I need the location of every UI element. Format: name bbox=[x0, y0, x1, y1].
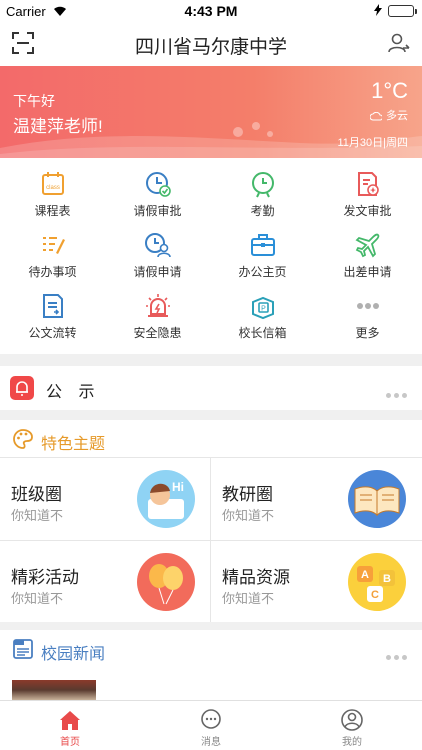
greeting-banner: 下午好 温建萍老师! 1°C 多云 11月30日|周四 bbox=[0, 66, 422, 158]
grid-item-more[interactable]: 更多 bbox=[315, 280, 420, 340]
balloons-icon bbox=[137, 553, 195, 611]
user-switch-icon[interactable] bbox=[388, 32, 410, 59]
leave-approve-icon bbox=[145, 172, 171, 197]
grid-item-label: 请假申请 bbox=[133, 265, 182, 279]
notice-row[interactable]: 公 示 bbox=[0, 366, 422, 410]
grid-item-document-flow[interactable]: 公文流转 bbox=[0, 280, 105, 340]
tab-label: 消息 bbox=[201, 737, 221, 748]
class-circle-icon: Hi bbox=[137, 470, 195, 528]
tab-home[interactable]: 首页 bbox=[0, 701, 140, 750]
notice-label: 公 示 bbox=[46, 384, 101, 401]
book-icon bbox=[348, 470, 406, 528]
grid-item-label: 请假审批 bbox=[133, 204, 182, 218]
svg-text:class: class bbox=[46, 185, 60, 191]
temperature: 1°C bbox=[371, 78, 408, 103]
document-flow-icon bbox=[42, 294, 63, 318]
status-time: 4:43 PM bbox=[184, 3, 238, 19]
more-dots-icon bbox=[356, 303, 379, 309]
mailbox-icon: P bbox=[251, 296, 274, 320]
grid-item-label: 校长信箱 bbox=[238, 326, 287, 340]
card-class-circle[interactable]: 班级圈 你知道不 Hi bbox=[0, 458, 210, 540]
grid-item-label: 待办事项 bbox=[28, 265, 77, 279]
campus-news[interactable]: 校园新闻 bbox=[0, 630, 422, 700]
charging-icon bbox=[374, 4, 382, 19]
grid-item-label: 考勤 bbox=[250, 204, 275, 218]
profile-icon bbox=[341, 709, 363, 731]
greeting-text: 下午好 bbox=[13, 93, 55, 109]
grid-item-attendance[interactable]: 考勤 bbox=[210, 158, 315, 218]
featured-header: 特色主题 bbox=[0, 420, 422, 458]
grid-item-todo[interactable]: 待办事项 bbox=[0, 219, 105, 279]
notice-more-icon[interactable] bbox=[386, 385, 410, 398]
alarm-icon bbox=[145, 294, 170, 317]
briefcase-icon bbox=[250, 234, 275, 256]
card-title: 精彩活动 bbox=[11, 568, 79, 587]
grid-item-leave-approve[interactable]: 请假审批 bbox=[105, 158, 210, 218]
svg-text:B: B bbox=[383, 573, 391, 585]
class-schedule-icon: class bbox=[41, 172, 64, 195]
function-grid: class 课程表 请假审批 考勤 发文审批 待办事项 请假申请 办公主页 出差… bbox=[0, 158, 422, 354]
grid-item-label: 发文审批 bbox=[343, 204, 392, 218]
grid-item-label: 出差申请 bbox=[343, 265, 392, 279]
card-teaching-research[interactable]: 教研圈 你知道不 bbox=[211, 458, 421, 540]
card-title: 精品资源 bbox=[222, 568, 290, 587]
featured-title: 特色主题 bbox=[41, 436, 106, 453]
svg-text:C: C bbox=[371, 589, 379, 601]
tab-messages[interactable]: 消息 bbox=[141, 701, 281, 750]
grid-item-leave-apply[interactable]: 请假申请 bbox=[105, 219, 210, 279]
grid-item-label: 安全隐患 bbox=[133, 326, 182, 340]
message-icon bbox=[201, 709, 221, 729]
svg-text:A: A bbox=[361, 569, 369, 581]
card-resources[interactable]: 精品资源 你知道不 A B C bbox=[211, 541, 421, 623]
grid-item-label: 公文流转 bbox=[28, 326, 77, 340]
grid-item-safety-hazard[interactable]: 安全隐患 bbox=[105, 280, 210, 340]
card-subtitle: 你知道不 bbox=[222, 508, 275, 523]
news-thumbnail[interactable] bbox=[12, 680, 96, 700]
card-subtitle: 你知道不 bbox=[11, 591, 64, 606]
tab-profile[interactable]: 我的 bbox=[282, 701, 422, 750]
news-title: 校园新闻 bbox=[41, 646, 106, 663]
grid-item-office-home[interactable]: 办公主页 bbox=[210, 219, 315, 279]
leave-apply-icon bbox=[144, 233, 171, 258]
grid-item-business-trip[interactable]: 出差申请 bbox=[315, 219, 420, 279]
page-title: 四川省马尔康中学 bbox=[134, 37, 287, 58]
bell-icon bbox=[10, 376, 34, 400]
card-activities[interactable]: 精彩活动 你知道不 bbox=[0, 541, 210, 623]
grid-item-label: 更多 bbox=[355, 326, 380, 340]
tab-label: 我的 bbox=[342, 737, 362, 748]
svg-text:Hi: Hi bbox=[172, 480, 184, 494]
grid-item-class-schedule[interactable]: class 课程表 bbox=[0, 158, 105, 218]
grid-item-document-approve[interactable]: 发文审批 bbox=[315, 158, 420, 218]
nav-bar: 四川省马尔康中学 bbox=[0, 22, 422, 66]
tab-label: 首页 bbox=[60, 737, 80, 748]
palette-icon bbox=[12, 428, 34, 455]
news-icon bbox=[12, 638, 34, 665]
grid-item-principal-mailbox[interactable]: P 校长信箱 bbox=[210, 280, 315, 340]
news-more-icon[interactable] bbox=[386, 647, 410, 660]
card-title: 班级圈 bbox=[11, 485, 62, 504]
banner-decoration bbox=[0, 122, 422, 158]
card-subtitle: 你知道不 bbox=[222, 591, 275, 606]
status-bar: Carrier 4:43 PM bbox=[0, 0, 422, 22]
svg-text:P: P bbox=[261, 306, 266, 313]
grid-item-label: 办公主页 bbox=[238, 265, 287, 279]
airplane-icon bbox=[355, 233, 379, 258]
abc-blocks-icon: A B C bbox=[348, 553, 406, 611]
featured-cards: 班级圈 你知道不 Hi 教研圈 你知道不 精彩活动 你知道不 精品资源 你知道不… bbox=[0, 458, 422, 622]
tab-bar: 首页 消息 我的 bbox=[0, 700, 422, 750]
card-subtitle: 你知道不 bbox=[11, 508, 64, 523]
battery-icon bbox=[388, 5, 417, 17]
home-icon bbox=[60, 711, 80, 730]
card-title: 教研圈 bbox=[222, 485, 273, 504]
grid-item-label: 课程表 bbox=[34, 204, 71, 218]
todo-list-icon bbox=[42, 237, 65, 254]
document-approve-icon bbox=[357, 172, 379, 196]
clock-icon bbox=[251, 172, 274, 198]
